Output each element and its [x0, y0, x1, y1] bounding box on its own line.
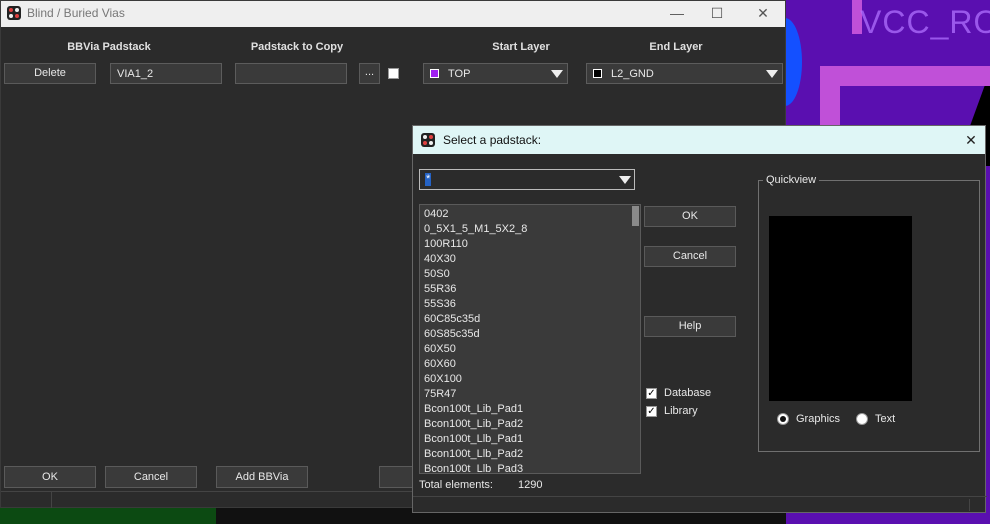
cancel-button[interactable]: Cancel [644, 246, 736, 267]
copy-checkbox[interactable] [388, 68, 399, 79]
list-item[interactable]: Bcon100t_Lib_Pad1 [424, 403, 523, 415]
close-icon[interactable]: ✕ [963, 132, 979, 148]
database-label: Database [664, 387, 712, 399]
end-layer-color-swatch [593, 69, 602, 78]
app-icon [7, 6, 21, 20]
header-bbvia-padstack: BBVia Padstack [67, 41, 151, 53]
list-item[interactable]: Bcon100t_Llb_Pad2 [424, 448, 523, 460]
title-bar[interactable]: Blind / Buried Vias — ☐ ✕ [1, 1, 785, 27]
bbvia-padstack-field[interactable]: VIA1_2 [110, 63, 222, 84]
padstack-filter-combo[interactable]: * [419, 169, 635, 190]
maximize-icon[interactable]: ☐ [709, 5, 725, 21]
database-checkbox[interactable]: ✓ [646, 388, 657, 399]
browse-button[interactable]: ... [359, 63, 380, 84]
list-item[interactable]: 60C85c35d [424, 313, 480, 325]
list-scrollbar-thumb[interactable] [632, 206, 639, 226]
pcb-trace [820, 66, 840, 126]
graphics-label: Graphics [796, 413, 841, 425]
start-layer-select[interactable]: TOP [423, 63, 568, 84]
ok-button[interactable]: OK [4, 466, 96, 488]
end-layer-select[interactable]: L2_GND [586, 63, 783, 84]
header-end-layer: End Layer [649, 41, 703, 53]
list-item[interactable]: 55R36 [424, 283, 456, 295]
help-button[interactable]: Help [644, 316, 736, 337]
list-item[interactable]: 0_5X1_5_M1_5X2_8 [424, 223, 527, 235]
chevron-down-icon[interactable] [766, 70, 778, 78]
minimize-icon[interactable]: — [669, 5, 685, 21]
text-radio[interactable] [856, 413, 868, 425]
status-bar-divider [51, 492, 52, 508]
list-item[interactable]: Bcon100t_Lib_Pad2 [424, 418, 523, 430]
close-icon[interactable]: ✕ [755, 5, 771, 21]
padstack-to-copy-field[interactable] [235, 63, 347, 84]
library-checkbox[interactable]: ✓ [646, 406, 657, 417]
list-item[interactable]: 60X100 [424, 373, 462, 385]
status-bar-divider [413, 496, 987, 497]
list-item[interactable]: 60X60 [424, 358, 456, 370]
list-item[interactable]: Bcon100t_Llb_Pad3 [424, 463, 523, 473]
library-label: Library [664, 405, 698, 417]
ok-button[interactable]: OK [644, 206, 736, 227]
list-item[interactable]: 50S0 [424, 268, 450, 280]
total-elements-label: Total elements: [419, 479, 493, 491]
total-elements-value: 1290 [518, 479, 543, 491]
dialog-title-bar[interactable]: Select a padstack: ✕ [413, 126, 985, 154]
list-item[interactable]: Bcon100t_Llb_Pad1 [424, 433, 523, 445]
window-title: Blind / Buried Vias [27, 6, 125, 20]
select-padstack-dialog: Select a padstack: ✕ * 0402 0_5X1_5_M1_5… [412, 125, 987, 513]
list-item[interactable]: 60X50 [424, 343, 456, 355]
app-icon [421, 133, 435, 147]
quickview-label: Quickview [763, 174, 820, 186]
quickview-preview [769, 216, 912, 401]
pcb-via-shape [786, 18, 802, 106]
list-item[interactable]: 100R110 [424, 238, 468, 250]
cancel-button[interactable]: Cancel [105, 466, 197, 488]
header-start-layer: Start Layer [492, 41, 550, 53]
delete-button[interactable]: Delete [4, 63, 96, 84]
list-item[interactable]: 75R47 [424, 388, 456, 400]
filter-value: * [425, 173, 432, 186]
list-item[interactable]: 40X30 [424, 253, 456, 265]
pcb-trace [826, 66, 990, 86]
start-layer-color-swatch [430, 69, 439, 78]
chevron-down-icon[interactable] [551, 70, 563, 78]
pcb-bottom-strip [0, 506, 216, 524]
dialog-title: Select a padstack: [443, 133, 542, 147]
list-item[interactable]: 55S36 [424, 298, 456, 310]
graphics-radio[interactable] [777, 413, 789, 425]
padstack-list[interactable]: 0402 0_5X1_5_M1_5X2_8 100R110 40X30 50S0… [419, 204, 641, 474]
header-padstack-to-copy: Padstack to Copy [250, 41, 344, 53]
resize-grip[interactable] [969, 499, 970, 511]
chevron-down-icon[interactable] [619, 176, 631, 184]
start-layer-value: TOP [448, 68, 471, 80]
end-layer-value: L2_GND [611, 68, 654, 80]
list-item[interactable]: 0402 [424, 208, 448, 220]
list-item[interactable]: 60S85c35d [424, 328, 480, 340]
pcb-net-label: VCC_RO [860, 4, 990, 40]
add-bbvia-button[interactable]: Add BBVia [216, 466, 308, 488]
text-label: Text [875, 413, 896, 425]
